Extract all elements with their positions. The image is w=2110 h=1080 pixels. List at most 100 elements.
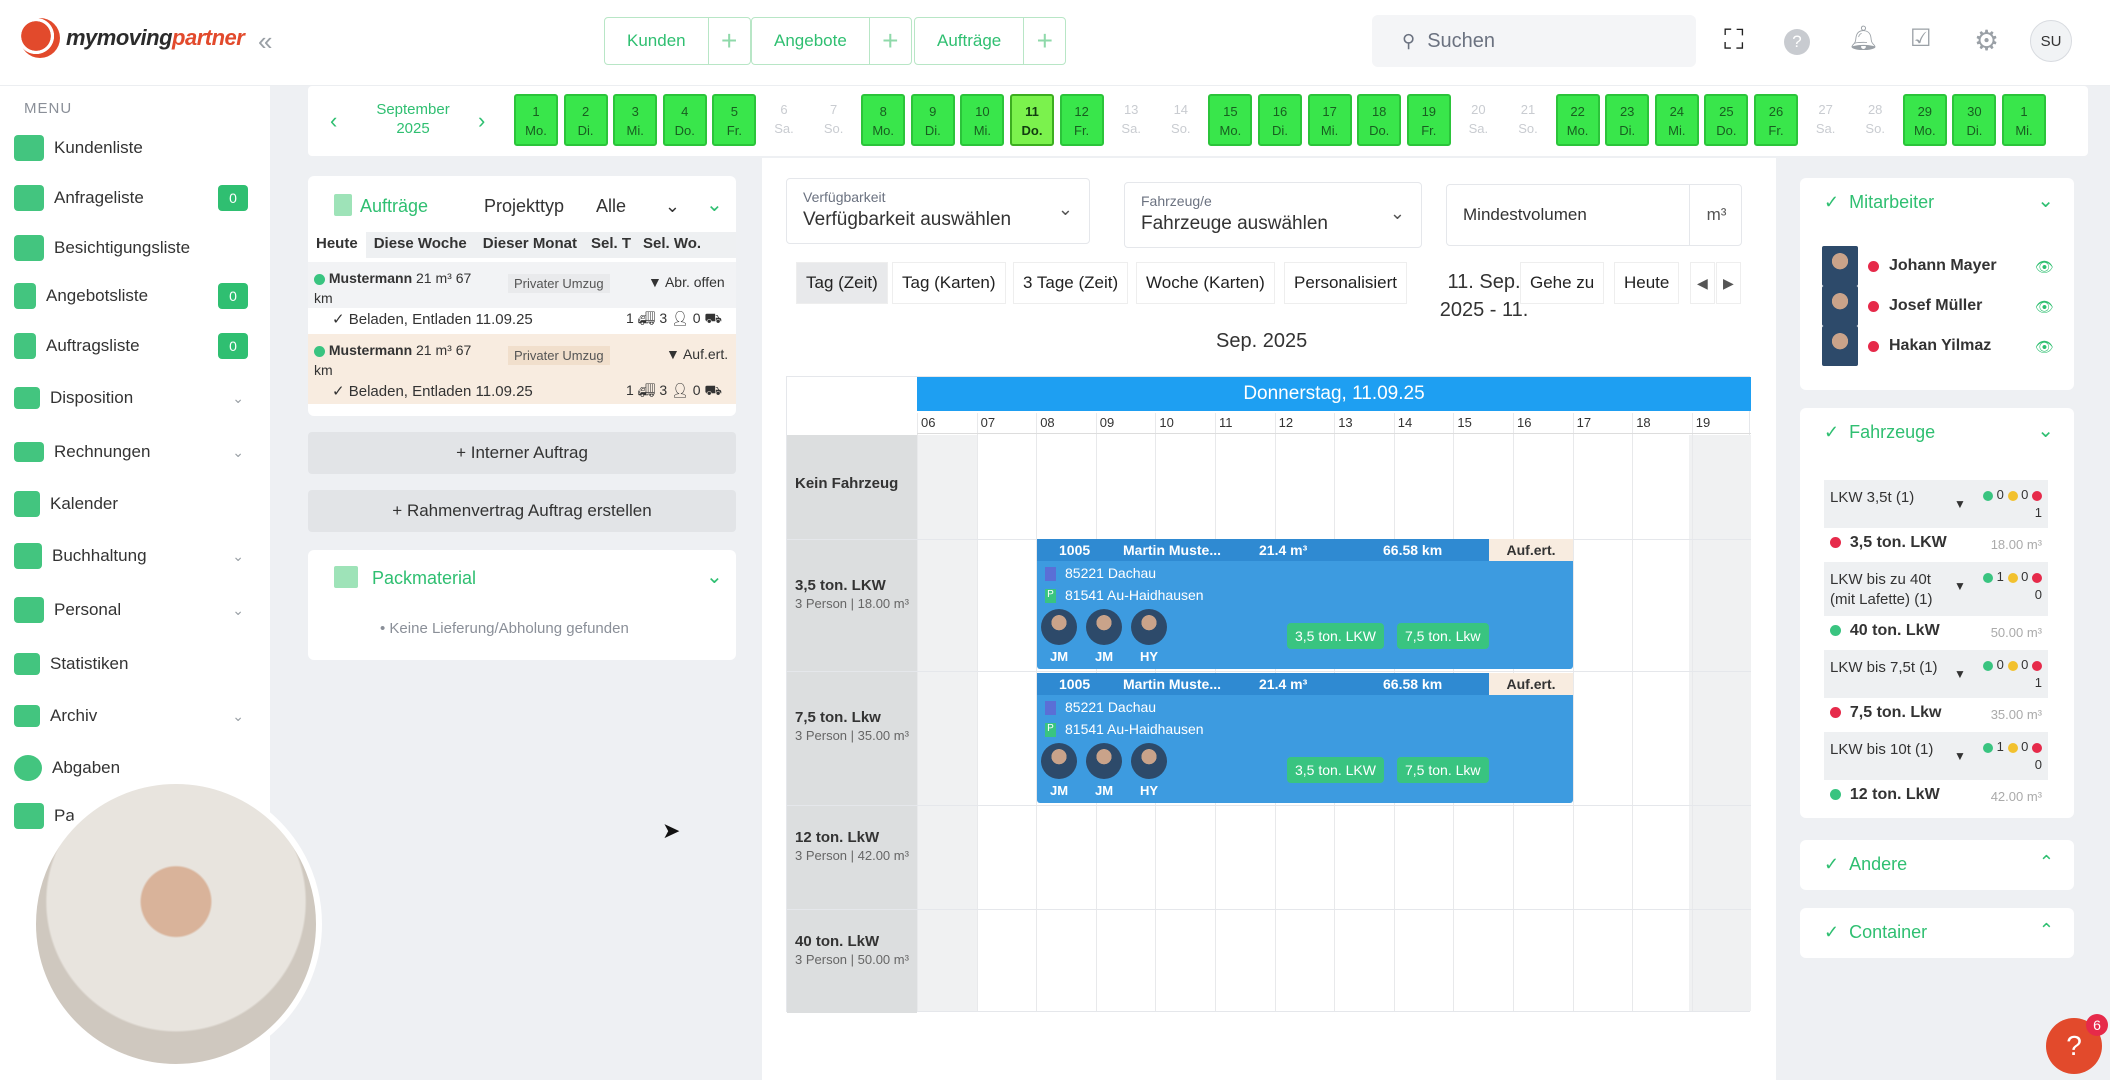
day-cell[interactable]: 23 Di.: [1605, 94, 1650, 146]
bell-icon[interactable]: 🔔︎: [1848, 24, 1878, 53]
sidebar-item-archiv[interactable]: Archiv ⌄: [14, 698, 260, 734]
tab-diese-woche[interactable]: Diese Woche: [366, 232, 475, 258]
employee-row[interactable]: Hakan Yilmaz: [1822, 326, 2052, 366]
day-cell[interactable]: 26 Fr.: [1754, 94, 1798, 146]
vehicle-item[interactable]: 12 ton. LkW 42.00 m³: [1824, 782, 2048, 812]
vehicle-item[interactable]: 7,5 ton. Lkw 35.00 m³: [1824, 700, 2048, 730]
prev-month-icon[interactable]: ‹: [330, 108, 337, 134]
add-auftrag-icon[interactable]: +: [1023, 18, 1065, 64]
status-label[interactable]: ▼ Abr. offen: [648, 274, 725, 290]
day-cell[interactable]: 14 So.: [1159, 94, 1203, 146]
angebote-button[interactable]: Angebote: [752, 31, 869, 51]
employees-title[interactable]: ✓ Mitarbeiter: [1824, 192, 1934, 213]
user-avatar[interactable]: SU: [2030, 20, 2072, 62]
next-month-icon[interactable]: ›: [478, 108, 485, 134]
day-cell[interactable]: 16 Di.: [1258, 94, 1302, 146]
tab-sel-t[interactable]: Sel. T: [585, 232, 637, 258]
calendar-event[interactable]: 1005 Martin Muste... 21.4 m³ 66.58 km Auf.er…: [1037, 673, 1573, 803]
day-cell[interactable]: 5 Fr.: [712, 94, 757, 146]
day-cell[interactable]: 8 Mo.: [861, 94, 906, 146]
kunden-button[interactable]: Kunden: [605, 31, 708, 51]
projekttyp-select[interactable]: Alle ⌄: [596, 196, 680, 217]
view-tag-zeit[interactable]: Tag (Zeit): [796, 262, 888, 304]
sidebar-item-buchhaltung[interactable]: Buchhaltung ⌄: [14, 538, 260, 574]
day-cell[interactable]: 19 Fr.: [1406, 94, 1451, 146]
next-icon[interactable]: ▶: [1716, 262, 1741, 304]
tab-sel-wo[interactable]: Sel. Wo.: [637, 232, 707, 258]
collapse-employees-icon[interactable]: ⌄: [2037, 188, 2054, 213]
day-cell[interactable]: 15 Mo.: [1208, 94, 1253, 146]
today-button[interactable]: Heute: [1614, 262, 1680, 304]
help-icon[interactable]: ?: [1784, 29, 1810, 55]
day-cell[interactable]: 3 Mi.: [613, 94, 658, 146]
day-cell[interactable]: 10 Mi.: [960, 94, 1005, 146]
sidebar-item-anfrageliste[interactable]: Anfrageliste 0: [14, 180, 260, 216]
sidebar-item-angebotsliste[interactable]: Angebotsliste 0: [14, 278, 260, 314]
calendar-event[interactable]: 1005 Martin Muste... 21.4 m³ 66.58 km Auf.er…: [1037, 539, 1573, 669]
day-cell[interactable]: 24 Mi.: [1654, 94, 1699, 146]
vehicle-select[interactable]: Fahrzeug/e Fahrzeuge auswählen ⌄: [1124, 182, 1422, 248]
day-cell[interactable]: 29 Mo.: [1902, 94, 1947, 146]
search-input[interactable]: ⚲ Suchen: [1372, 15, 1696, 67]
vehicle-group-header[interactable]: LKW bis zu 40t (mit Lafette) (1) 1 0 0 ▼: [1824, 562, 2048, 616]
tab-dieser-monat[interactable]: Dieser Monat: [475, 232, 585, 258]
auftraege-button[interactable]: Aufträge: [915, 31, 1023, 51]
day-cell[interactable]: 12 Fr.: [1059, 94, 1104, 146]
vehicle-item[interactable]: 40 ton. LkW 50.00 m³: [1824, 618, 2048, 648]
day-cell[interactable]: 1 Mi.: [2002, 94, 2046, 146]
day-cell[interactable]: 13 Sa.: [1109, 94, 1153, 146]
status-label[interactable]: ▼ Auf.ert.: [666, 346, 728, 362]
add-kunde-icon[interactable]: +: [707, 18, 750, 64]
view-tag-karten[interactable]: Tag (Karten): [892, 262, 1006, 304]
internal-order-button[interactable]: + Interner Auftrag: [308, 432, 736, 474]
eye-icon[interactable]: 👁︎: [2035, 258, 2054, 276]
day-cell[interactable]: 30 Di.: [1952, 94, 1997, 146]
tab-heute[interactable]: Heute: [308, 232, 366, 258]
collapse-orders-icon[interactable]: ⌄: [706, 192, 723, 217]
min-volume-input[interactable]: Mindestvolumen m³: [1446, 184, 1742, 246]
vehicle-group-header[interactable]: LKW bis 7,5t (1) 0 0 1 ▼: [1824, 650, 2048, 698]
day-cell[interactable]: 6 Sa.: [762, 94, 806, 146]
day-cell[interactable]: 18 Do.: [1357, 94, 1402, 146]
day-cell[interactable]: 4 Do.: [662, 94, 707, 146]
availability-select[interactable]: Verfügbarkeit Verfügbarkeit auswählen ⌄: [786, 178, 1090, 244]
vehicle-group-header[interactable]: LKW 3,5t (1) 0 0 1 ▼: [1824, 480, 2048, 528]
eye-icon[interactable]: 👁︎: [2035, 298, 2054, 316]
view-3-tage[interactable]: 3 Tage (Zeit): [1013, 262, 1129, 304]
vehicle-group-header[interactable]: LKW bis 10t (1) 1 0 0 ▼: [1824, 732, 2048, 780]
order-row[interactable]: Mustermann 21 m³ 67 km Privater Umzug ▼ A…: [308, 262, 736, 332]
day-cell[interactable]: 1 Mo.: [514, 94, 558, 146]
collapse-sidebar-icon[interactable]: «: [258, 26, 272, 57]
chevron-up-icon[interactable]: ⌃: [2039, 920, 2054, 941]
day-cell[interactable]: 2 Di.: [563, 94, 608, 146]
sidebar-item-abgaben[interactable]: Abgaben: [14, 750, 260, 786]
eye-icon[interactable]: 👁︎: [2035, 338, 2054, 356]
fullscreen-icon[interactable]: ⛶: [1724, 24, 1744, 57]
day-cell[interactable]: 28 So.: [1853, 94, 1897, 146]
prev-icon[interactable]: ◀: [1690, 262, 1715, 304]
view-woche-karten[interactable]: Woche (Karten): [1136, 262, 1275, 304]
chevron-up-icon[interactable]: ⌃: [2039, 852, 2054, 873]
vehicle-item[interactable]: 3,5 ton. LKW 18.00 m³: [1824, 530, 2048, 560]
day-cell[interactable]: 17 Mi.: [1307, 94, 1352, 146]
frame-contract-button[interactable]: + Rahmenvertrag Auftrag erstellen: [308, 490, 736, 532]
vehicles-title[interactable]: ✓ Fahrzeuge: [1824, 422, 1935, 443]
collapse-vehicles-icon[interactable]: ⌄: [2037, 418, 2054, 443]
employee-row[interactable]: Johann Mayer: [1822, 246, 2052, 286]
employee-row[interactable]: Josef Müller: [1822, 286, 2052, 326]
day-cell[interactable]: 21 So.: [1506, 94, 1550, 146]
view-personalisiert[interactable]: Personalisiert: [1284, 262, 1407, 304]
sidebar-item-auftragsliste[interactable]: Auftragsliste 0: [14, 328, 260, 364]
checklist-icon[interactable]: ☑: [1910, 24, 1932, 53]
goto-button[interactable]: Gehe zu: [1520, 262, 1605, 304]
brand-logo[interactable]: mymovingpartner: [20, 18, 245, 58]
day-cell[interactable]: 27 Sa.: [1804, 94, 1848, 146]
sidebar-item-disposition[interactable]: Disposition ⌄: [14, 380, 260, 416]
day-cell[interactable]: 9 Di.: [910, 94, 955, 146]
add-angebot-icon[interactable]: +: [868, 18, 911, 64]
sidebar-item-kundenliste[interactable]: Kundenliste: [14, 130, 260, 166]
sidebar-item-besichtigungsliste[interactable]: Besichtigungsliste: [14, 230, 260, 266]
order-row[interactable]: Mustermann 21 m³ 67 km Privater Umzug ▼ A…: [308, 334, 736, 404]
day-cell[interactable]: 20 Sa.: [1456, 94, 1500, 146]
gear-icon[interactable]: ⚙: [1974, 24, 1999, 57]
